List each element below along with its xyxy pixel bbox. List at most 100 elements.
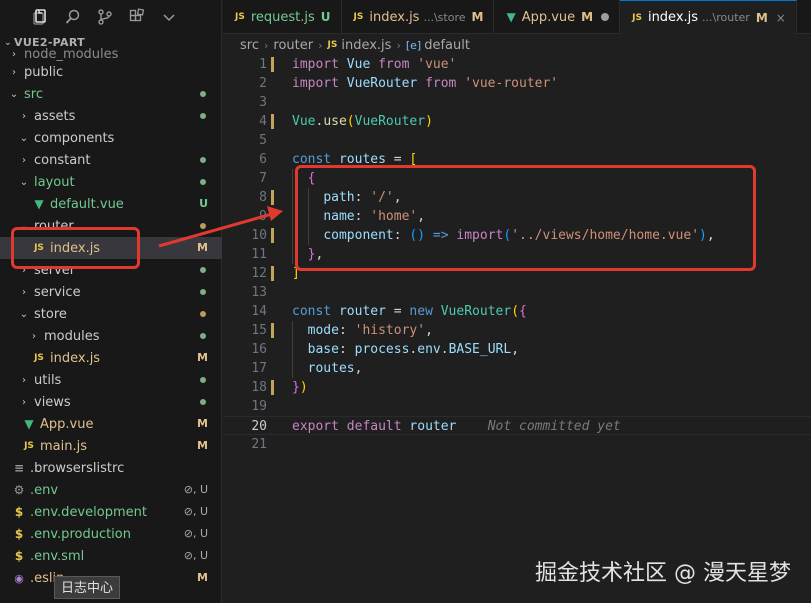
code-line[interactable]: 16 base: process.env.BASE_URL, [223, 340, 811, 359]
code-line[interactable]: 5 [223, 131, 811, 150]
code-token: 'history' [354, 323, 426, 338]
tree-file[interactable]: $ .env.production ⊘, U [0, 523, 222, 545]
js-file-icon: JS [235, 12, 245, 22]
code-token: . [440, 342, 449, 357]
code-text: import VueRouter from 'vue-router' [292, 74, 558, 93]
source-control-icon[interactable] [96, 8, 114, 26]
git-status-badge: M [197, 241, 208, 254]
gutter-modified-marker[interactable] [271, 114, 274, 129]
tree-item-label: layout [34, 174, 75, 190]
tree-file[interactable]: JS index.js M [0, 347, 222, 369]
tree-file[interactable]: ≡ .browserslistrc [0, 457, 222, 479]
annotation-box-router-folder [11, 227, 140, 269]
code-line[interactable]: 3 [223, 93, 811, 112]
code-line[interactable]: 14 const router = new VueRouter({ [223, 302, 811, 321]
breadcrumb: src › router › JS index.js › [e] default [240, 35, 470, 55]
code-token: VueRouter [440, 304, 512, 319]
tree-file[interactable]: ▼ default.vue U [0, 193, 222, 215]
code-token: env [417, 342, 441, 357]
breadcrumb-src[interactable]: src [240, 38, 259, 53]
line-number: 3 [259, 95, 267, 110]
code-line[interactable]: 20 export default router Not committed ye… [223, 416, 811, 435]
editor-tabs: JS request.js U JS index.js ...\store M ▼ App.vu… [223, 0, 811, 34]
explorer-icon[interactable] [32, 8, 50, 26]
tree-folder[interactable]: ⌄ layout [0, 171, 222, 193]
tree-folder[interactable]: › service [0, 281, 222, 303]
tab-git-status: U [320, 10, 331, 24]
code-text: export default router Not committed yet [292, 417, 621, 436]
code-text: base: process.env.BASE_URL, [292, 340, 519, 359]
tree-file[interactable]: ⚙ .env ⊘, U [0, 479, 222, 501]
code-line[interactable]: 18}) [223, 378, 811, 397]
code-token: , [354, 361, 363, 376]
search-icon[interactable] [64, 8, 82, 26]
gutter-modified-marker[interactable] [271, 228, 274, 243]
code-line[interactable]: 1 import Vue from 'vue' [223, 55, 811, 74]
code-line[interactable]: 4 Vue.use(VueRouter) [223, 112, 811, 131]
gutter-modified-marker[interactable] [271, 380, 274, 395]
chevron-right-icon: › [22, 286, 26, 298]
code-line[interactable]: 19 [223, 397, 811, 416]
watermark: 掘金技术社区 @ 漫天星梦 [535, 561, 791, 586]
tab-path-description: ...\store [423, 10, 466, 24]
js-file-icon: JS [632, 12, 642, 23]
tree-folder[interactable]: ⌄ components [0, 127, 222, 149]
code-token: VueRouter [354, 114, 426, 129]
breadcrumb-file[interactable]: index.js [341, 38, 391, 53]
editor-tab[interactable]: JS request.js U [223, 0, 342, 34]
line-number: 15 [251, 323, 267, 338]
git-status-dot [200, 91, 206, 97]
code-line[interactable]: 21 [223, 435, 811, 454]
tree-folder[interactable]: › modules [0, 325, 222, 347]
extensions-icon[interactable] [128, 8, 146, 26]
close-icon[interactable]: × [776, 11, 786, 25]
code-token: process [354, 342, 410, 357]
editor-tab[interactable]: JS index.js ...\router M × [620, 0, 797, 34]
code-text: }) [292, 378, 308, 397]
tree-file[interactable]: $ .env.development ⊘, U [0, 501, 222, 523]
breadcrumb-symbol[interactable]: default [424, 38, 470, 53]
code-line[interactable]: 15 mode: 'history', [223, 321, 811, 340]
gutter-modified-marker[interactable] [271, 323, 274, 338]
vue-file-icon: ▼ [24, 417, 34, 431]
code-editor[interactable]: 1 import Vue from 'vue' 2 import VueRouter … [223, 55, 811, 603]
tree-folder[interactable]: › assets [0, 105, 222, 127]
chevron-down-icon: ⌄ [9, 88, 19, 100]
tree-folder[interactable]: › views [0, 391, 222, 413]
tree-folder[interactable]: › constant [0, 149, 222, 171]
unsaved-dot-icon[interactable] [601, 13, 610, 21]
code-line[interactable]: 13 [223, 283, 811, 302]
tree-item-label: main.js [40, 438, 87, 454]
tree-folder[interactable]: ⌄ store [0, 303, 222, 325]
tree-folder[interactable]: ⌄ src [0, 83, 222, 105]
code-line[interactable]: 2 import VueRouter from 'vue-router' [223, 74, 811, 93]
gutter-modified-marker[interactable] [271, 266, 274, 281]
gutter-modified-marker[interactable] [271, 57, 274, 72]
editor-tab[interactable]: JS index.js ...\store M [342, 0, 495, 34]
code-token: router [331, 304, 394, 319]
tree-file[interactable]: ▼ App.vue M [0, 413, 222, 435]
code-token: 'vue-router' [464, 76, 559, 91]
chevron-down-icon: ⌄ [19, 132, 29, 144]
code-token: VueRouter [338, 76, 426, 91]
line-number: 1 [259, 57, 267, 72]
breadcrumb-router[interactable]: router [273, 38, 313, 53]
code-token: default [346, 419, 402, 434]
gutter-modified-marker[interactable] [271, 190, 274, 205]
code-token: ( [511, 304, 520, 319]
tree-folder[interactable]: › public [0, 61, 222, 83]
tree-file[interactable]: $ .env.sml ⊘, U [0, 545, 222, 567]
chevron-right-icon: › [32, 330, 36, 342]
editor-tab[interactable]: ▼ App.vue M [494, 0, 621, 34]
eslint-icon: ◉ [14, 571, 24, 585]
tree-file[interactable]: JS main.js M [0, 435, 222, 457]
code-token: ) [299, 380, 308, 395]
tree-folder[interactable]: › utils [0, 369, 222, 391]
tree-folder[interactable]: › node_modules [0, 47, 222, 62]
more-chevron-icon[interactable] [160, 8, 178, 26]
code-line[interactable]: 17 routes, [223, 359, 811, 378]
tree-item-label: constant [34, 152, 91, 168]
